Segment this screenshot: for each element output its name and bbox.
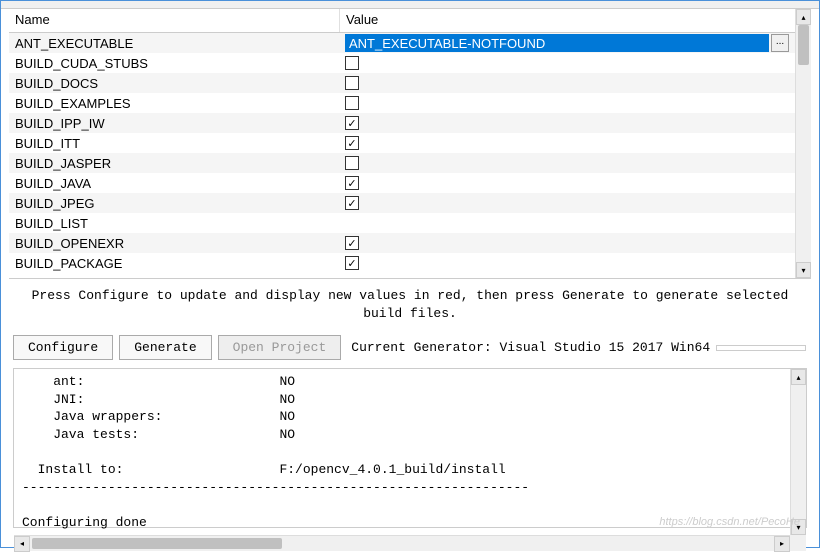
variable-checkbox[interactable]	[345, 76, 359, 90]
variable-value-cell[interactable]	[339, 156, 795, 170]
hint-text: Press Configure to update and display ne…	[1, 279, 819, 331]
variable-value-cell[interactable]: ✓	[339, 196, 795, 210]
variable-name: BUILD_ITT	[9, 136, 339, 151]
variable-name: BUILD_OPENEXR	[9, 236, 339, 251]
table-row[interactable]: BUILD_DOCS	[9, 73, 795, 93]
table-row[interactable]: BUILD_JAVA ✓	[9, 173, 795, 193]
table-header: Name Value	[9, 9, 795, 33]
table-row[interactable]: ANT_EXECUTABLEANT_EXECUTABLE-NOTFOUND...	[9, 33, 795, 53]
action-button-row: Configure Generate Open Project Current …	[1, 331, 819, 364]
scroll-up-button[interactable]: ▴	[796, 9, 811, 25]
table-row[interactable]: BUILD_CUDA_STUBS	[9, 53, 795, 73]
variable-checkbox[interactable]: ✓	[345, 256, 359, 270]
variable-value-cell[interactable]	[339, 216, 795, 230]
variable-value-cell[interactable]	[339, 96, 795, 110]
current-generator-field[interactable]	[716, 345, 806, 351]
table-row[interactable]: BUILD_JASPER	[9, 153, 795, 173]
output-log-text: ant: NO JNI: NO Java wrappers: NO Java t…	[14, 369, 790, 535]
configure-button[interactable]: Configure	[13, 335, 113, 360]
table-vertical-scrollbar[interactable]: ▴ ▾	[795, 9, 811, 278]
variable-name: ANT_EXECUTABLE	[9, 36, 339, 51]
output-horizontal-scrollbar[interactable]: ◂ ▸	[14, 535, 790, 551]
table-row[interactable]: BUILD_PACKAGE ✓	[9, 253, 795, 273]
variable-value-cell[interactable]: ✓	[339, 176, 795, 190]
variable-value-cell[interactable]: ✓	[339, 116, 795, 130]
scroll-down-button[interactable]: ▾	[796, 262, 811, 278]
variable-checkbox[interactable]: ✓	[345, 176, 359, 190]
variable-checkbox[interactable]: ✓	[345, 196, 359, 210]
variable-value-cell[interactable]: ✓	[339, 256, 795, 270]
variable-value-cell[interactable]	[339, 56, 795, 70]
variable-value-cell[interactable]	[339, 76, 795, 90]
variable-checkbox[interactable]	[345, 96, 359, 110]
variable-name: BUILD_CUDA_STUBS	[9, 56, 339, 71]
output-log-panel: ant: NO JNI: NO Java wrappers: NO Java t…	[13, 368, 807, 528]
cache-variables-table: Name Value ANT_EXECUTABLEANT_EXECUTABLE-…	[9, 9, 811, 279]
variable-name: BUILD_PACKAGE	[9, 256, 339, 271]
variable-checkbox[interactable]	[345, 56, 359, 70]
column-header-value[interactable]: Value	[339, 9, 795, 32]
current-generator-label: Current Generator: Visual Studio 15 2017…	[351, 340, 710, 355]
variable-name: BUILD_JPEG	[9, 196, 339, 211]
variable-name: BUILD_DOCS	[9, 76, 339, 91]
scroll-thumb[interactable]	[798, 25, 809, 65]
variable-value-cell[interactable]: ✓	[339, 136, 795, 150]
variable-name: BUILD_JAVA	[9, 176, 339, 191]
table-row[interactable]: BUILD_OPENEXR ✓	[9, 233, 795, 253]
table-row[interactable]: BUILD_ITT ✓	[9, 133, 795, 153]
scroll-left-button[interactable]: ◂	[14, 536, 30, 552]
table-row[interactable]: BUILD_IPP_IW ✓	[9, 113, 795, 133]
variable-checkbox[interactable]: ✓	[345, 236, 359, 250]
variable-value-cell[interactable]: ✓	[339, 236, 795, 250]
variable-name: BUILD_EXAMPLES	[9, 96, 339, 111]
variable-checkbox[interactable]	[345, 156, 359, 170]
scroll-up-button[interactable]: ▴	[791, 369, 806, 385]
column-header-name[interactable]: Name	[9, 9, 339, 32]
generate-button[interactable]: Generate	[119, 335, 211, 360]
scroll-down-button[interactable]: ▾	[791, 519, 806, 535]
scroll-corner	[790, 535, 806, 551]
output-vertical-scrollbar[interactable]: ▴ ▾	[790, 369, 806, 535]
variable-name: BUILD_IPP_IW	[9, 116, 339, 131]
variable-text-input[interactable]: ANT_EXECUTABLE-NOTFOUND	[345, 34, 769, 52]
scroll-right-button[interactable]: ▸	[774, 536, 790, 552]
open-project-button: Open Project	[218, 335, 342, 360]
variable-value-cell[interactable]: ANT_EXECUTABLE-NOTFOUND...	[339, 34, 795, 52]
table-row[interactable]: BUILD_LIST	[9, 213, 795, 233]
table-row[interactable]: BUILD_JPEG ✓	[9, 193, 795, 213]
toolbar-top	[1, 1, 819, 9]
variable-name: BUILD_JASPER	[9, 156, 339, 171]
variable-checkbox[interactable]: ✓	[345, 136, 359, 150]
table-row[interactable]: BUILD_EXAMPLES	[9, 93, 795, 113]
variable-name: BUILD_LIST	[9, 216, 339, 231]
browse-button[interactable]: ...	[771, 34, 789, 52]
variable-checkbox[interactable]: ✓	[345, 116, 359, 130]
